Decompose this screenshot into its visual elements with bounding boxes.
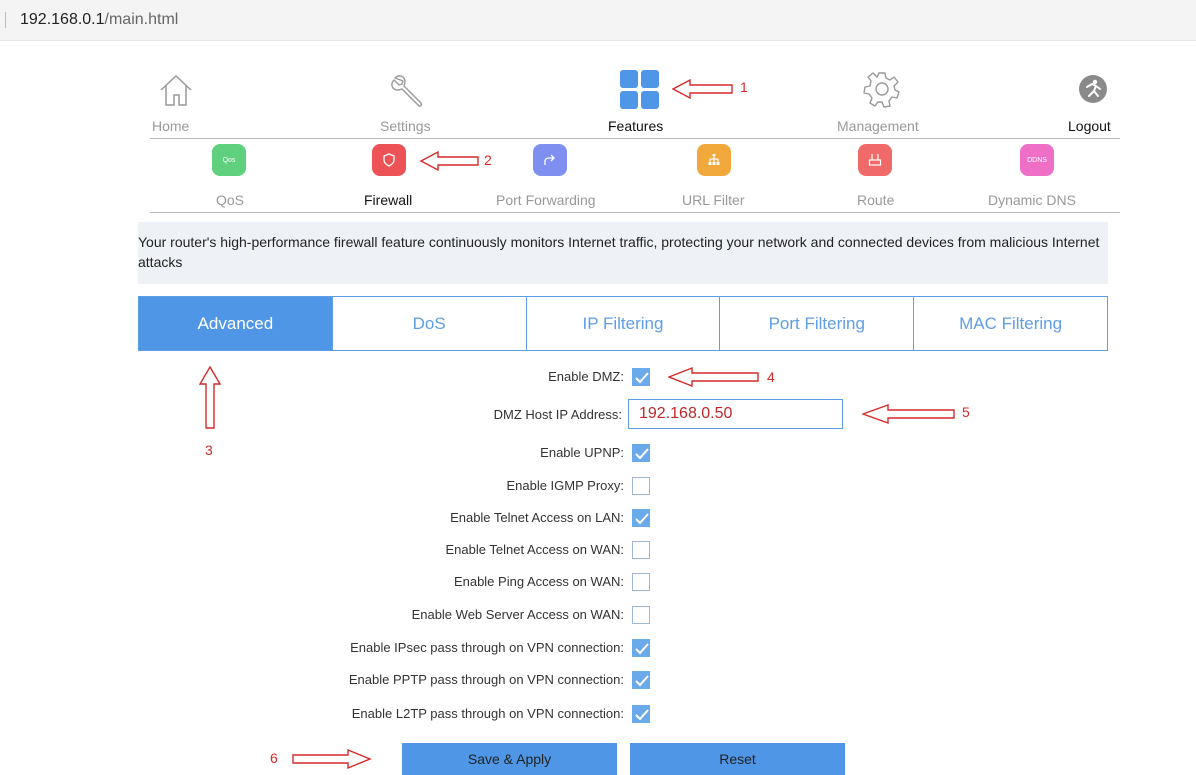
tab-port-filtering[interactable]: Port Filtering (719, 297, 913, 350)
tab-mac-filtering[interactable]: MAC Filtering (913, 297, 1107, 350)
qos-icon: Qos (212, 144, 246, 176)
subnav-dynamic-dns[interactable]: DDNS Dynamic DNS (988, 144, 1080, 210)
address-url[interactable]: 192.168.0.1/main.html (20, 11, 178, 29)
tab-ip-filtering[interactable]: IP Filtering (525, 297, 720, 350)
nav-logout[interactable]: Logout (1060, 66, 1120, 136)
telnet-lan-row: Enable Telnet Access on LAN: (0, 507, 624, 529)
nav-settings[interactable]: Settings (375, 66, 445, 136)
nav-settings-label: Settings (380, 118, 431, 134)
address-bar-edge (5, 12, 6, 28)
annotation-arrow-2 (420, 150, 479, 172)
top-nav: Home Settings Features Management Logout (150, 66, 1120, 139)
shield-icon (372, 144, 406, 176)
pptp-row: Enable PPTP pass through on VPN connecti… (0, 669, 624, 691)
url-host: 192.168.0.1 (20, 11, 105, 28)
dmz-host-ip-input[interactable] (628, 399, 843, 429)
telnet-wan-row: Enable Telnet Access on WAN: (0, 539, 624, 561)
nav-features[interactable]: Features (595, 66, 675, 136)
subnav-dynamic-dns-label: Dynamic DNS (988, 192, 1076, 208)
gear-icon (863, 72, 900, 108)
annotation-3: 3 (205, 442, 213, 458)
annotation-5: 5 (962, 404, 970, 420)
subnav-firewall-label: Firewall (364, 192, 413, 208)
annotation-1: 1 (740, 79, 748, 95)
address-bar[interactable]: 192.168.0.1/main.html (0, 0, 1196, 41)
subnav-route[interactable]: Route (857, 144, 918, 210)
ipsec-row: Enable IPsec pass through on VPN connect… (0, 637, 624, 659)
subnav-port-forwarding[interactable]: Port Forwarding (496, 144, 596, 210)
telnet-wan-label: Enable Telnet Access on WAN: (445, 542, 624, 557)
telnet-lan-label: Enable Telnet Access on LAN: (450, 510, 624, 525)
save-apply-button[interactable]: Save & Apply (402, 743, 617, 775)
reset-button[interactable]: Reset (630, 743, 845, 775)
web-wan-checkbox[interactable] (632, 606, 650, 624)
ddns-icon: DDNS (1020, 144, 1054, 176)
ipsec-label: Enable IPsec pass through on VPN connect… (350, 640, 624, 655)
forward-arrow-icon (533, 144, 567, 176)
ping-wan-label: Enable Ping Access on WAN: (453, 574, 624, 589)
enable-igmp-row: Enable IGMP Proxy: (0, 475, 624, 497)
enable-igmp-checkbox[interactable] (632, 477, 650, 495)
annotation-arrow-3 (198, 366, 222, 429)
pptp-checkbox[interactable] (632, 671, 650, 689)
ping-wan-row: Enable Ping Access on WAN: (0, 571, 624, 593)
firewall-description: Your router's high-performance firewall … (138, 222, 1108, 284)
grid-icon (620, 70, 659, 109)
subnav-route-label: Route (857, 192, 895, 208)
ping-wan-checkbox[interactable] (632, 573, 650, 591)
home-icon (160, 74, 192, 106)
nav-logout-label: Logout (1068, 118, 1111, 134)
tab-advanced[interactable]: Advanced (139, 297, 332, 350)
tab-dos[interactable]: DoS (331, 297, 526, 350)
web-wan-row: Enable Web Server Access on WAN: (0, 604, 624, 626)
nav-management-label: Management (837, 118, 919, 134)
enable-dmz-checkbox[interactable] (632, 368, 650, 386)
network-icon (697, 144, 731, 176)
web-wan-label: Enable Web Server Access on WAN: (411, 607, 624, 622)
features-subnav: Qos QoS Firewall Port Forwarding URL Fil… (150, 140, 1120, 213)
enable-igmp-label: Enable IGMP Proxy: (506, 478, 624, 493)
nav-home[interactable]: Home (150, 66, 210, 136)
l2tp-checkbox[interactable] (632, 705, 650, 723)
l2tp-row: Enable L2TP pass through on VPN connecti… (0, 703, 624, 725)
enable-upnp-label: Enable UPNP: (540, 445, 624, 460)
annotation-4: 4 (767, 369, 775, 385)
l2tp-label: Enable L2TP pass through on VPN connecti… (351, 706, 624, 721)
firewall-tabs: Advanced DoS IP Filtering Port Filtering… (138, 296, 1108, 351)
dmz-host-ip-row: DMZ Host IP Address: (0, 404, 622, 426)
nav-features-label: Features (608, 118, 664, 134)
pptp-label: Enable PPTP pass through on VPN connecti… (348, 672, 624, 687)
subnav-url-filter-label: URL Filter (682, 192, 745, 208)
logout-icon (1079, 75, 1107, 103)
ipsec-checkbox[interactable] (632, 639, 650, 657)
subnav-qos[interactable]: Qos QoS (212, 144, 272, 210)
subnav-url-filter[interactable]: URL Filter (682, 144, 757, 210)
dmz-host-ip-label: DMZ Host IP Address: (493, 407, 622, 422)
telnet-lan-checkbox[interactable] (632, 509, 650, 527)
nav-management[interactable]: Management (835, 66, 935, 136)
telnet-wan-checkbox[interactable] (632, 541, 650, 559)
enable-upnp-checkbox[interactable] (632, 444, 650, 462)
nav-home-label: Home (152, 118, 190, 134)
annotation-arrow-5 (862, 404, 955, 424)
wrench-icon (391, 75, 423, 107)
annotation-arrow-4 (668, 366, 759, 388)
router-icon (858, 144, 892, 176)
annotation-2: 2 (484, 152, 492, 168)
enable-dmz-row: Enable DMZ: (0, 366, 624, 388)
enable-upnp-row: Enable UPNP: (0, 442, 624, 464)
annotation-6: 6 (270, 750, 278, 766)
url-path: /main.html (104, 11, 179, 28)
enable-dmz-label: Enable DMZ: (548, 369, 624, 384)
annotation-arrow-1 (672, 78, 733, 100)
subnav-port-forwarding-label: Port Forwarding (496, 192, 596, 208)
subnav-qos-label: QoS (216, 192, 245, 208)
annotation-arrow-6 (292, 748, 372, 770)
